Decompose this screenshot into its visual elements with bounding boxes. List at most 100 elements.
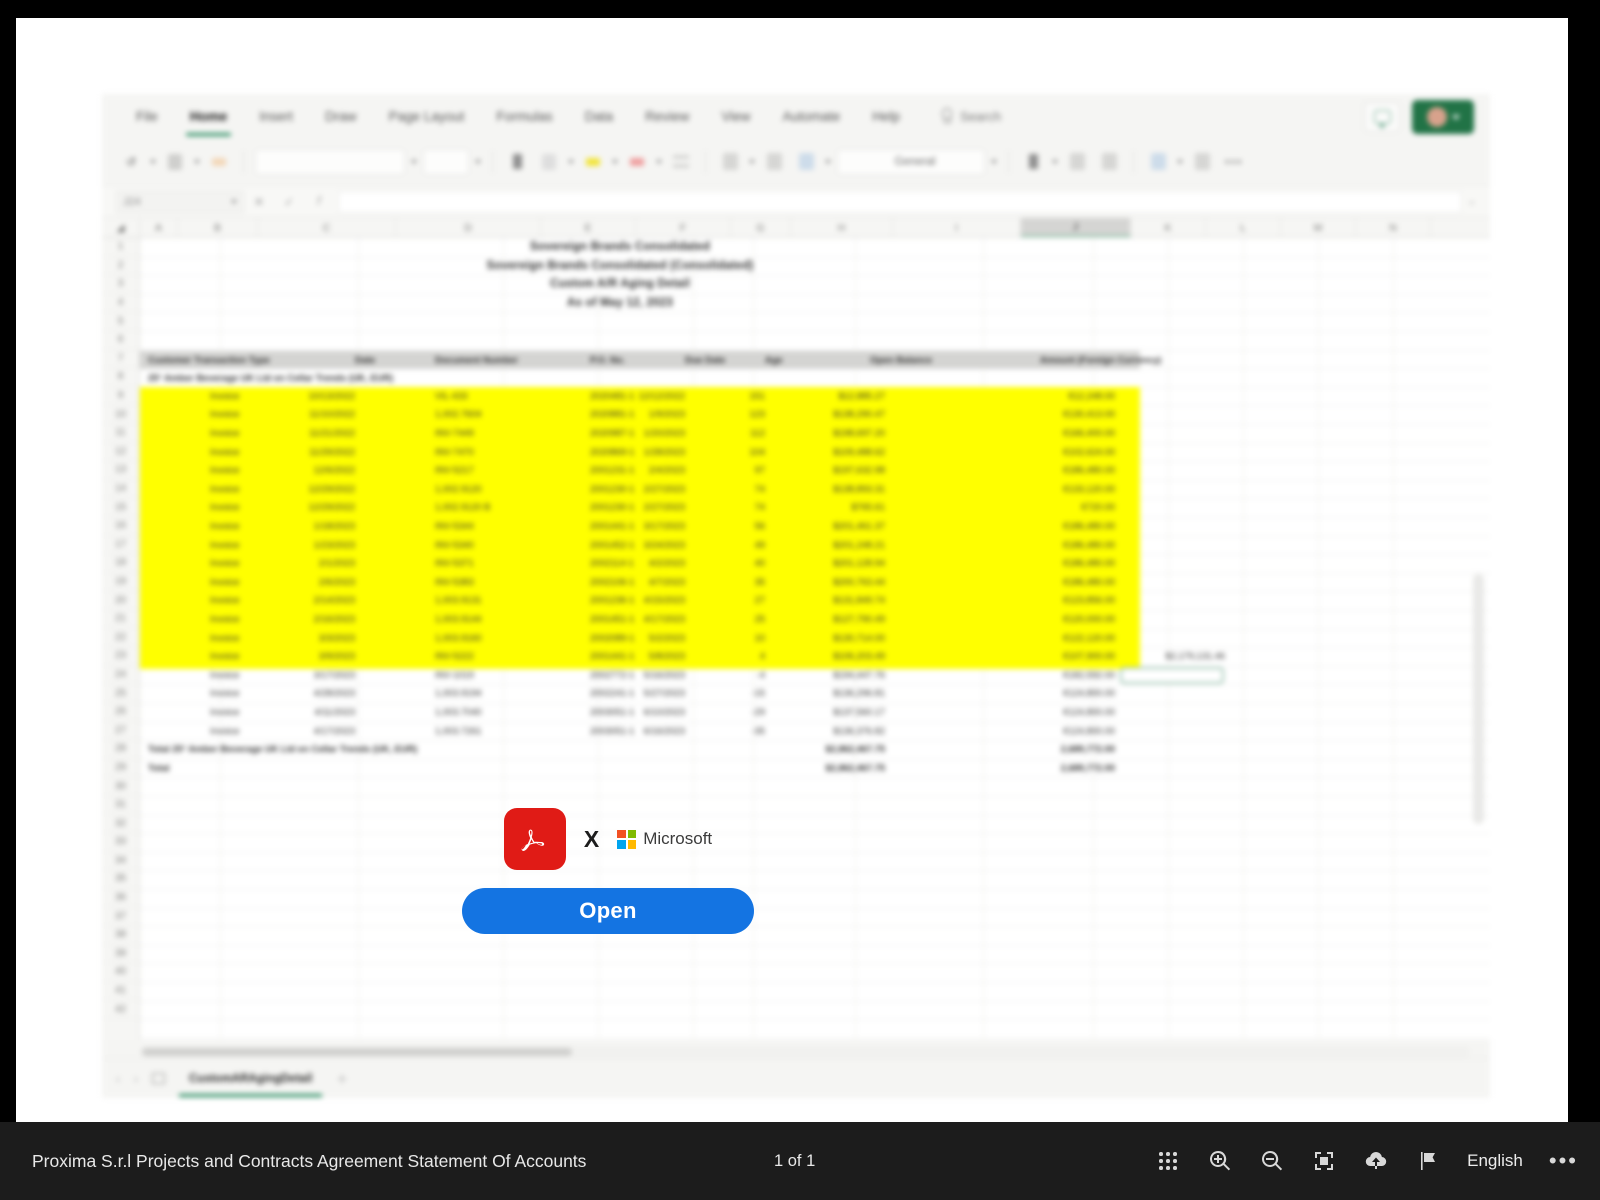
row-header-42[interactable]: 42 — [102, 1000, 139, 1019]
cell-doc[interactable]: 1,003.9160 — [435, 633, 482, 643]
add-sheet-icon[interactable]: ＋ — [336, 1071, 348, 1087]
currency-dropdown[interactable] — [1052, 147, 1058, 177]
cell-due[interactable]: 5/27/2023 — [595, 688, 685, 698]
cell-type[interactable]: Invoice — [210, 688, 239, 698]
search-box[interactable]: Search — [940, 108, 1001, 124]
undo-button[interactable]: ↺ — [118, 147, 144, 177]
cell-doc[interactable]: 1,002.7604 — [435, 409, 482, 419]
row-header-38[interactable]: 38 — [102, 926, 139, 945]
cell-age[interactable]: 49 — [735, 540, 765, 550]
column-header-e[interactable]: E — [541, 218, 636, 237]
row-header-11[interactable]: 11 — [102, 424, 139, 443]
font-name-input[interactable] — [255, 148, 405, 175]
language-label[interactable]: English — [1467, 1151, 1523, 1171]
ribbon-tab-insert[interactable]: Insert — [243, 103, 309, 130]
cell-date[interactable]: 2/1/2023 — [280, 558, 355, 568]
row-header-18[interactable]: 18 — [102, 554, 139, 573]
zoom-out-icon[interactable] — [1259, 1148, 1285, 1174]
cell-for[interactable]: €182,592.00 — [965, 670, 1115, 680]
cancel-edit-icon[interactable]: ✕ — [244, 191, 274, 213]
row-header-25[interactable]: 25 — [102, 684, 139, 703]
cell-for[interactable]: €124,800.00 — [965, 707, 1115, 717]
cell-doc[interactable]: VIL-433 — [435, 391, 468, 401]
cell-for[interactable]: €130,413.00 — [965, 409, 1115, 419]
sheet-next-icon[interactable]: › — [134, 1072, 138, 1086]
cell-age[interactable]: 10 — [735, 633, 765, 643]
flag-icon[interactable] — [1415, 1148, 1441, 1174]
cell-date[interactable]: 3/9/2023 — [280, 651, 355, 661]
ribbon-tab-page-layout[interactable]: Page Layout — [373, 103, 481, 130]
ribbon-tab-formulas[interactable]: Formulas — [480, 103, 568, 130]
cell-age[interactable]: 112 — [735, 428, 765, 438]
ribbon-tab-file[interactable]: File — [120, 103, 174, 130]
row-header-40[interactable]: 40 — [102, 963, 139, 982]
cell-bal[interactable]: $109,488.62 — [770, 447, 885, 457]
cell-doc[interactable]: INV-5383 — [435, 577, 474, 587]
cell-date[interactable]: 4/17/2023 — [280, 726, 355, 736]
align-left-button[interactable] — [717, 147, 743, 177]
cell-age[interactable]: -29 — [735, 707, 765, 717]
font-color-dropdown[interactable] — [656, 147, 662, 177]
cell-due[interactable]: 5/2/2023 — [595, 633, 685, 643]
cell-for[interactable]: €186,480.00 — [965, 577, 1115, 587]
cell-date[interactable]: 1/18/2023 — [280, 521, 355, 531]
row-header-26[interactable]: 26 — [102, 703, 139, 722]
cell-age[interactable]: 104 — [735, 447, 765, 457]
row-header-34[interactable]: 34 — [102, 852, 139, 871]
row-header-28[interactable]: 28 — [102, 740, 139, 759]
column-header-a[interactable]: A — [140, 218, 178, 237]
cell-for[interactable]: €123,856.00 — [965, 595, 1115, 605]
cell-for[interactable]: €120,000.00 — [965, 614, 1115, 624]
borders-dropdown[interactable] — [568, 147, 574, 177]
cell-age[interactable]: -4 — [735, 670, 765, 680]
ribbon-tab-view[interactable]: View — [705, 103, 766, 130]
row-header-19[interactable]: 19 — [102, 573, 139, 592]
confirm-edit-icon[interactable]: ✓ — [274, 191, 304, 213]
border-style-button[interactable] — [668, 147, 694, 177]
cell-doc[interactable]: INV-5344 — [435, 521, 474, 531]
cell-age[interactable]: 151 — [735, 391, 765, 401]
cell-doc[interactable]: 1,003.9144 — [435, 614, 482, 624]
column-header-k[interactable]: K — [1131, 218, 1206, 237]
row-header-2[interactable]: 2 — [102, 257, 139, 276]
number-format-dropdown[interactable] — [991, 147, 997, 177]
column-header-i[interactable]: I — [893, 218, 1021, 237]
cell-age[interactable]: 4 — [735, 651, 765, 661]
column-header-n[interactable]: N — [1356, 218, 1431, 237]
cell-for[interactable]: €133,120.00 — [965, 484, 1115, 494]
cell-due[interactable]: 3/24/2023 — [595, 540, 685, 550]
cell-age[interactable]: 74 — [735, 484, 765, 494]
cell-doc[interactable]: INV-7449 — [435, 428, 474, 438]
cell-age[interactable]: -35 — [735, 726, 765, 736]
cell-date[interactable]: 12/6/2022 — [280, 465, 355, 475]
cell-bal[interactable]: $200,763.44 — [770, 577, 885, 587]
cell-bal[interactable]: $136,376.82 — [770, 726, 885, 736]
row-header-13[interactable]: 13 — [102, 461, 139, 480]
cell-bal[interactable]: $198,697.20 — [770, 428, 885, 438]
row-header-32[interactable]: 32 — [102, 814, 139, 833]
cell-bal[interactable]: $201,128.94 — [770, 558, 885, 568]
row-header-29[interactable]: 29 — [102, 759, 139, 778]
cell-date[interactable]: 3/17/2023 — [280, 670, 355, 680]
cell-due[interactable]: 2/4/2023 — [595, 465, 685, 475]
cell-date[interactable]: 4/28/2023 — [280, 688, 355, 698]
conditional-formatting-dropdown[interactable] — [1177, 147, 1183, 177]
cell-date[interactable]: 3/3/2023 — [280, 633, 355, 643]
cell-bal[interactable]: $127,790.49 — [770, 614, 885, 624]
cell-date[interactable]: 10/13/2022 — [280, 391, 355, 401]
cell-date[interactable]: 12/29/2022 — [280, 484, 355, 494]
more-options-icon[interactable]: ••• — [1549, 1150, 1578, 1172]
select-all-corner[interactable]: ◢ — [102, 218, 140, 237]
cell-bal[interactable]: $136,296.81 — [770, 688, 885, 698]
cell-for[interactable]: €720.00 — [965, 502, 1115, 512]
row-header-1[interactable]: 1 — [102, 238, 139, 257]
column-header-g[interactable]: G — [731, 218, 791, 237]
cell-for[interactable]: €102,624.00 — [965, 447, 1115, 457]
cell-styles-button[interactable] — [1189, 147, 1215, 177]
font-size-input[interactable] — [423, 148, 469, 175]
worksheet-grid[interactable]: Sovereign Brands Consolidated Sovereign B… — [140, 238, 1490, 1040]
cell-date[interactable]: 11/21/2022 — [280, 428, 355, 438]
cell-for[interactable]: €166,400.00 — [965, 428, 1115, 438]
cell-for[interactable]: €107,900.00 — [965, 651, 1115, 661]
cell-doc[interactable]: INV-5222 — [435, 651, 474, 661]
